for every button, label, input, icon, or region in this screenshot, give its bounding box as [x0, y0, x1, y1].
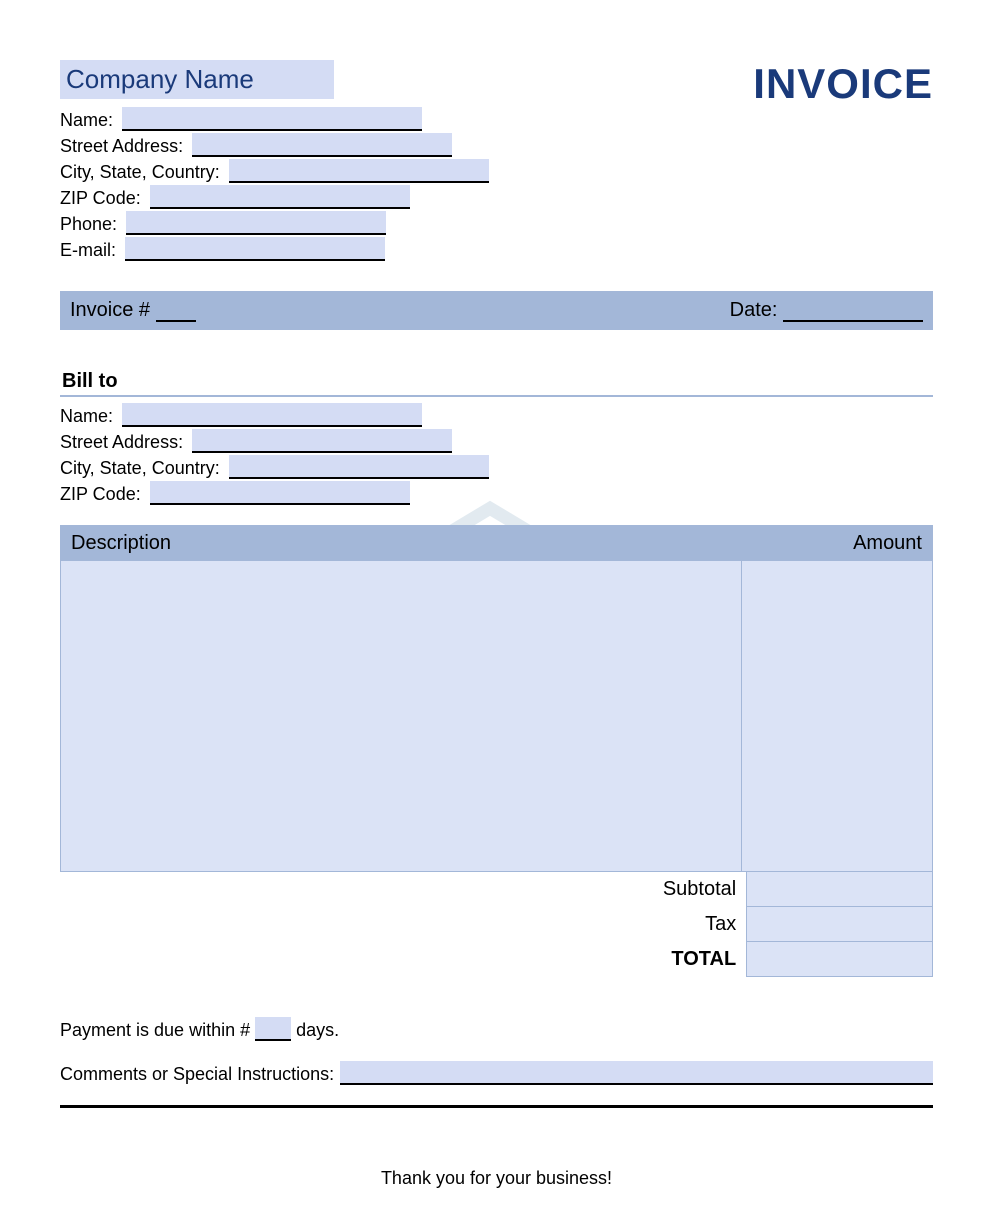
bill-to-block: Bill to Name: Street Address: City, Stat… [60, 370, 933, 505]
table-header: Description Amount [61, 526, 932, 561]
total-label: TOTAL [543, 942, 747, 977]
company-city-label: City, State, Country: [60, 162, 220, 183]
company-zip-input[interactable] [150, 185, 410, 209]
tax-row: Tax [543, 907, 933, 942]
company-info-block: Company Name Name: Street Address: City,… [60, 60, 540, 263]
company-name-title[interactable]: Company Name [60, 60, 334, 99]
invoice-number-block: Invoice # [70, 299, 196, 322]
payment-prefix: Payment is due within # [60, 1020, 250, 1040]
billto-city-label: City, State, Country: [60, 458, 220, 479]
invoice-number-bar: Invoice # Date: [60, 291, 933, 330]
company-phone-field: Phone: [60, 211, 540, 235]
tax-value[interactable] [747, 907, 933, 942]
totals-block: Subtotal Tax TOTAL [543, 872, 933, 977]
billto-city-input[interactable] [229, 455, 489, 479]
invoice-title: INVOICE [753, 60, 933, 108]
subtotal-label: Subtotal [543, 872, 747, 907]
invoice-number-input[interactable] [156, 300, 196, 322]
line-items-table: Description Amount [60, 525, 933, 872]
billto-street-input[interactable] [192, 429, 452, 453]
billto-zip-field: ZIP Code: [60, 481, 933, 505]
billto-street-label: Street Address: [60, 432, 183, 453]
invoice-date-input[interactable] [783, 300, 923, 322]
table-body [61, 561, 932, 871]
comments-line: Comments or Special Instructions: [60, 1061, 933, 1085]
company-email-input[interactable] [125, 237, 385, 261]
company-zip-label: ZIP Code: [60, 188, 141, 209]
comments-label: Comments or Special Instructions: [60, 1064, 334, 1085]
company-city-input[interactable] [229, 159, 489, 183]
subtotal-value[interactable] [747, 872, 933, 907]
company-city-field: City, State, Country: [60, 159, 540, 183]
company-name-label: Name: [60, 110, 113, 131]
amount-header: Amount [722, 526, 932, 561]
bill-to-title: Bill to [62, 370, 933, 393]
billto-zip-label: ZIP Code: [60, 484, 141, 505]
billto-name-label: Name: [60, 406, 113, 427]
tax-label: Tax [543, 907, 747, 942]
invoice-page: Company Name Name: Street Address: City,… [0, 0, 993, 1229]
company-street-field: Street Address: [60, 133, 540, 157]
billto-name-field: Name: [60, 403, 933, 427]
payment-block: Payment is due within # days. Comments o… [60, 1017, 933, 1108]
billto-zip-input[interactable] [150, 481, 410, 505]
company-phone-input[interactable] [126, 211, 386, 235]
invoice-date-block: Date: [730, 299, 923, 322]
bill-to-rule [60, 395, 933, 397]
company-street-input[interactable] [192, 133, 452, 157]
company-email-field: E-mail: [60, 237, 540, 261]
invoice-date-label: Date: [730, 299, 778, 321]
billto-name-input[interactable] [122, 403, 422, 427]
company-name-input[interactable] [122, 107, 422, 131]
billto-street-field: Street Address: [60, 429, 933, 453]
payment-days-input[interactable] [255, 1017, 291, 1041]
billto-city-field: City, State, Country: [60, 455, 933, 479]
total-row: TOTAL [543, 942, 933, 977]
subtotal-row: Subtotal [543, 872, 933, 907]
company-email-label: E-mail: [60, 240, 116, 261]
total-value[interactable] [747, 942, 933, 977]
amount-cell[interactable] [742, 561, 932, 871]
bottom-rule [60, 1105, 933, 1108]
company-name-field: Name: [60, 107, 540, 131]
invoice-number-label: Invoice # [70, 299, 150, 321]
description-header: Description [61, 526, 722, 561]
company-zip-field: ZIP Code: [60, 185, 540, 209]
payment-suffix: days. [296, 1020, 339, 1040]
company-street-label: Street Address: [60, 136, 183, 157]
company-phone-label: Phone: [60, 214, 117, 235]
comments-input[interactable] [340, 1061, 933, 1085]
payment-terms-line: Payment is due within # days. [60, 1017, 933, 1041]
description-cell[interactable] [61, 561, 742, 871]
